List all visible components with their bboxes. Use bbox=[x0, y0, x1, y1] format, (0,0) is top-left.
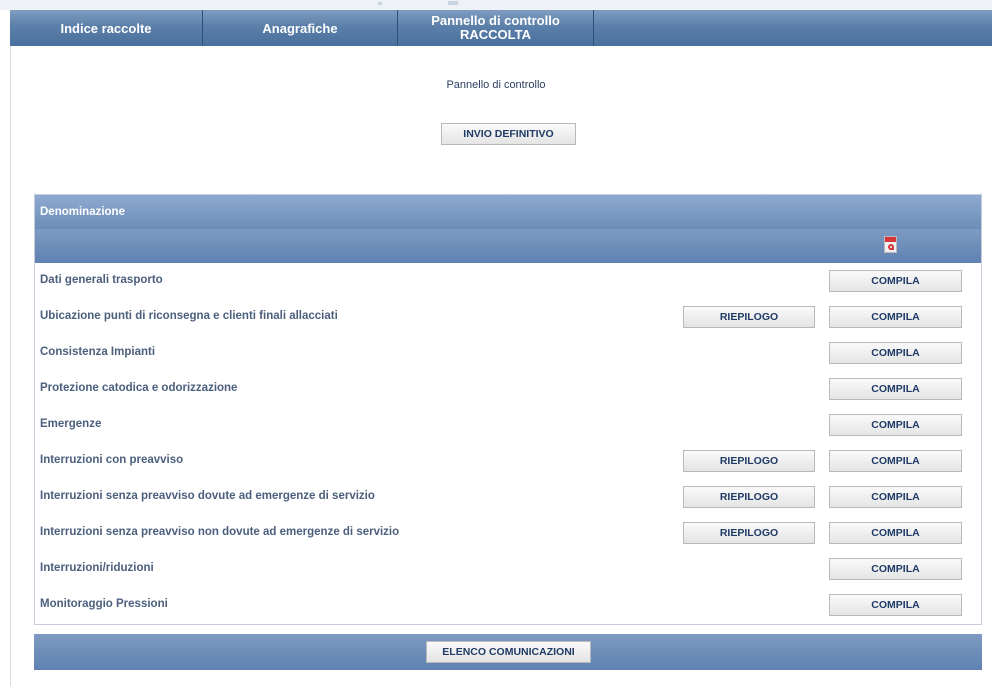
top-strip-mark bbox=[378, 2, 382, 5]
nav-anagrafiche-label: Anagrafiche bbox=[262, 20, 338, 36]
table-row: Interruzioni/riduzioni COMPILA bbox=[35, 551, 981, 587]
top-strip-mark bbox=[448, 1, 458, 5]
table-row: Interruzioni con preavviso RIEPILOGO COMPI… bbox=[35, 443, 981, 479]
nav-indice-raccolte[interactable]: Indice raccolte bbox=[10, 10, 203, 46]
denominazione-table: Denominazione Dati generali trasporto COM… bbox=[34, 194, 982, 625]
page-title: Pannello di controllo bbox=[446, 79, 546, 91]
row-label: Interruzioni/riduzioni bbox=[40, 562, 154, 574]
riepilogo-button[interactable]: RIEPILOGO bbox=[683, 450, 815, 472]
row-label: Ubicazione punti di riconsegna e clienti… bbox=[40, 310, 338, 322]
nav-pannello-line1: Pannello di controllo bbox=[431, 13, 560, 28]
left-border bbox=[10, 10, 11, 686]
table-row: Monitoraggio Pressioni COMPILA bbox=[35, 587, 981, 623]
nav-anagrafiche[interactable]: Anagrafiche bbox=[203, 10, 398, 46]
table-row: Interruzioni senza preavviso dovute ad e… bbox=[35, 479, 981, 515]
row-label: Protezione catodica e odorizzazione bbox=[40, 382, 238, 394]
compila-button[interactable]: COMPILA bbox=[829, 558, 962, 580]
column-header-denominazione: Denominazione bbox=[40, 206, 125, 218]
table-row: Protezione catodica e odorizzazione COMPI… bbox=[35, 371, 981, 407]
elenco-comunicazioni-button[interactable]: ELENCO COMUNICAZIONI bbox=[426, 641, 591, 663]
table-header: Denominazione bbox=[35, 195, 981, 229]
row-label: Interruzioni con preavviso bbox=[40, 454, 184, 466]
top-strip bbox=[0, 0, 992, 10]
riepilogo-button[interactable]: RIEPILOGO bbox=[683, 486, 815, 508]
table-subheader bbox=[35, 229, 981, 263]
compila-button[interactable]: COMPILA bbox=[829, 486, 962, 508]
compila-button[interactable]: COMPILA bbox=[829, 522, 962, 544]
footer-bar: ELENCO COMUNICAZIONI bbox=[34, 634, 982, 670]
compila-button[interactable]: COMPILA bbox=[829, 342, 962, 364]
table-row: Emergenze COMPILA bbox=[35, 407, 981, 443]
compila-button[interactable]: COMPILA bbox=[829, 450, 962, 472]
top-navbar: Indice raccolte Anagrafiche Pannello di … bbox=[10, 10, 992, 46]
table-row: Ubicazione punti di riconsegna e clienti… bbox=[35, 299, 981, 335]
compila-button[interactable]: COMPILA bbox=[829, 270, 962, 292]
table-row: Interruzioni senza preavviso non dovute … bbox=[35, 515, 981, 551]
compila-button[interactable]: COMPILA bbox=[829, 414, 962, 436]
row-label: Consistenza Impianti bbox=[40, 346, 156, 358]
invio-definitivo-button[interactable]: INVIO DEFINITIVO bbox=[441, 123, 576, 145]
compila-button[interactable]: COMPILA bbox=[829, 594, 962, 616]
compila-button[interactable]: COMPILA bbox=[829, 378, 962, 400]
row-label: Interruzioni senza preavviso non dovute … bbox=[40, 526, 400, 538]
nav-pannello-line2: RACCOLTA bbox=[459, 27, 531, 42]
compila-button[interactable]: COMPILA bbox=[829, 306, 962, 328]
row-label: Emergenze bbox=[40, 418, 102, 430]
row-label: Interruzioni senza preavviso dovute ad e… bbox=[40, 490, 375, 502]
table-row: Dati generali trasporto COMPILA bbox=[35, 263, 981, 299]
nav-indice-raccolte-label: Indice raccolte bbox=[60, 20, 152, 36]
nav-pannello-raccolta[interactable]: Pannello di controllo RACCOLTA bbox=[398, 10, 594, 46]
riepilogo-button[interactable]: RIEPILOGO bbox=[683, 306, 815, 328]
row-label: Dati generali trasporto bbox=[40, 274, 163, 286]
riepilogo-button[interactable]: RIEPILOGO bbox=[683, 522, 815, 544]
pdf-icon[interactable] bbox=[884, 236, 897, 253]
row-label: Monitoraggio Pressioni bbox=[40, 598, 168, 610]
table-row: Consistenza Impianti COMPILA bbox=[35, 335, 981, 371]
